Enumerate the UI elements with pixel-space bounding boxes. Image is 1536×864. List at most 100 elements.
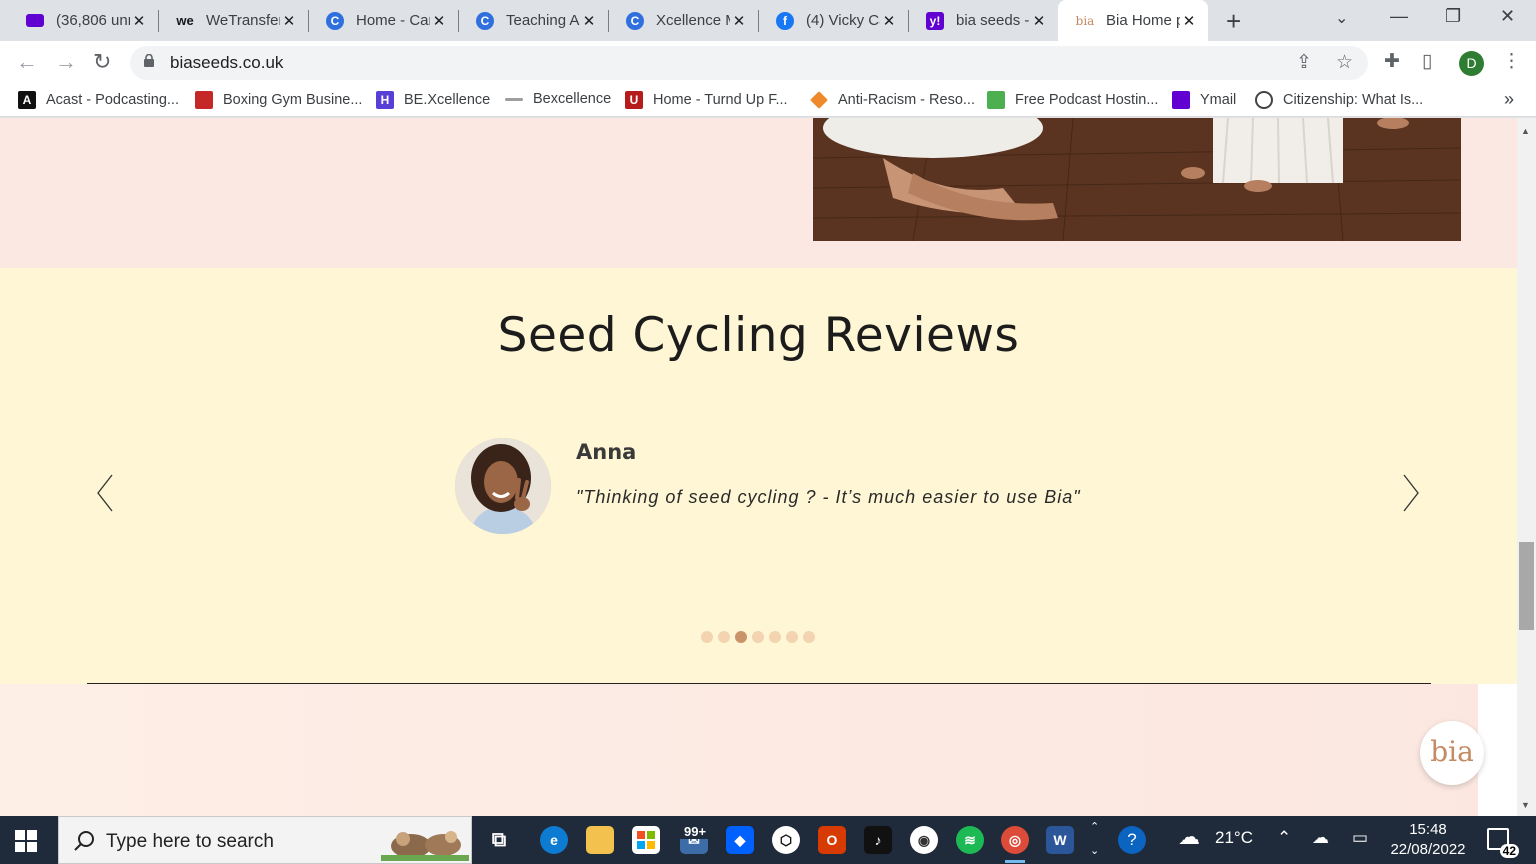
tab-close-icon[interactable]: ✕: [1030, 12, 1048, 30]
bookmark-star-icon[interactable]: ☆: [1336, 51, 1353, 74]
profile-avatar[interactable]: D: [1459, 51, 1484, 76]
tab-title[interactable]: (4) Vicky Ca: [806, 12, 880, 29]
bookmark-label[interactable]: BE.Xcellence: [404, 92, 490, 108]
page-scrollbar[interactable]: ▲ ▼: [1517, 118, 1536, 816]
tab-title[interactable]: Xcellence M: [656, 12, 730, 29]
back-button[interactable]: ←: [16, 49, 38, 75]
tab-title[interactable]: bia seeds -: [956, 12, 1030, 29]
menu-icon[interactable]: ⋮: [1502, 50, 1521, 73]
task-view-icon[interactable]: ⧉: [485, 826, 513, 854]
bookmark-label[interactable]: Boxing Gym Busine...: [223, 92, 362, 108]
weather-cloud-icon[interactable]: ☁: [1178, 824, 1200, 850]
browser-tab[interactable]: y! bia seeds - ✕: [908, 0, 1058, 41]
tab-close-icon[interactable]: ✕: [880, 12, 898, 30]
bookmark-item[interactable]: H BE.Xcellence: [376, 91, 490, 109]
office-icon[interactable]: O: [818, 826, 846, 854]
search-placeholder[interactable]: Type here to search: [106, 831, 274, 853]
bookmark-label[interactable]: Free Podcast Hostin...: [1015, 92, 1158, 108]
carousel-dot[interactable]: [701, 631, 713, 643]
tab-close-icon[interactable]: ✕: [280, 12, 298, 30]
canva-icon: C: [626, 11, 644, 30]
bookmark-label[interactable]: Ymail: [1200, 92, 1236, 108]
bookmark-item[interactable]: Free Podcast Hostin...: [987, 91, 1158, 109]
browser-tab[interactable]: f (4) Vicky Ca ✕: [758, 0, 909, 41]
spotify-icon[interactable]: ≋: [956, 826, 984, 854]
bookmark-label[interactable]: Home - Turnd Up F...: [653, 92, 788, 108]
tab-title[interactable]: Bia Home p: [1106, 12, 1180, 29]
carousel-dot[interactable]: [718, 631, 730, 643]
tiktok-icon[interactable]: ♪: [864, 826, 892, 854]
tab-close-icon[interactable]: ✕: [730, 12, 748, 30]
bookmark-item[interactable]: Bexcellence: [505, 91, 611, 107]
help-icon[interactable]: ?: [1118, 826, 1146, 854]
file-explorer-icon[interactable]: [586, 826, 614, 854]
bookmark-item[interactable]: Ymail: [1172, 91, 1236, 109]
chrome-icon[interactable]: ◎: [1001, 826, 1029, 863]
reload-button[interactable]: ↻: [93, 49, 111, 75]
scrollbar-thumb[interactable]: [1519, 542, 1534, 630]
edge-icon[interactable]: e: [540, 826, 568, 854]
tab-close-icon[interactable]: ✕: [130, 12, 148, 30]
carousel-dot[interactable]: [752, 631, 764, 643]
tray-scroll-up-icon[interactable]: ⌃: [1090, 820, 1099, 833]
address-bar[interactable]: biaseeds.co.uk ⇪ ☆: [130, 46, 1368, 80]
show-hidden-icons[interactable]: ⌃: [1277, 828, 1291, 848]
forward-button[interactable]: →: [55, 49, 77, 75]
taskbar-clock[interactable]: 15:48 22/08/2022: [1380, 820, 1476, 860]
browser-tab[interactable]: C Home - Car ✕: [308, 0, 459, 41]
windows-start-icon[interactable]: [15, 830, 37, 852]
tab-title[interactable]: (36,806 unr: [56, 12, 130, 29]
tab-title[interactable]: Teaching As: [506, 12, 580, 29]
tab-title[interactable]: Home - Car: [356, 12, 430, 29]
tab-close-icon[interactable]: ✕: [580, 12, 598, 30]
bookmark-label[interactable]: Bexcellence: [533, 91, 611, 107]
taskbar-search[interactable]: Type here to search: [58, 816, 472, 864]
scroll-up-icon[interactable]: ▲: [1521, 126, 1530, 136]
url-text[interactable]: biaseeds.co.uk: [170, 53, 283, 73]
more-bookmarks-icon[interactable]: »: [1504, 89, 1514, 110]
tab-close-icon[interactable]: ✕: [430, 12, 448, 30]
browser-tab[interactable]: C Xcellence M ✕: [608, 0, 759, 41]
bia-chat-badge[interactable]: bia: [1420, 721, 1484, 785]
tray-scroll-down-icon[interactable]: ⌄: [1090, 844, 1099, 857]
scroll-down-icon[interactable]: ▼: [1521, 800, 1530, 810]
share-icon[interactable]: ⇪: [1296, 51, 1312, 74]
extensions-icon[interactable]: ✚: [1384, 50, 1400, 73]
tab-search-icon[interactable]: ⌄: [1335, 8, 1348, 28]
onedrive-error-icon[interactable]: ☁: [1312, 828, 1329, 848]
carousel-prev-arrow-icon[interactable]: [95, 473, 115, 513]
carousel-next-arrow-icon[interactable]: [1401, 473, 1421, 513]
carousel-dot[interactable]: [735, 631, 747, 643]
vpn-icon[interactable]: ◉: [910, 826, 938, 854]
browser-tab[interactable]: C Teaching As ✕: [458, 0, 609, 41]
bookmark-item[interactable]: Boxing Gym Busine...: [195, 91, 362, 109]
restore-button[interactable]: ❐: [1445, 6, 1461, 27]
browser-tab[interactable]: we WeTransfer ✕: [158, 0, 309, 41]
sync-app-icon[interactable]: ⬡: [772, 826, 800, 854]
tab-title[interactable]: WeTransfer: [206, 12, 280, 29]
temperature[interactable]: 21°C: [1215, 828, 1253, 848]
side-panel-icon[interactable]: ▯: [1422, 50, 1432, 73]
new-tab-button[interactable]: +: [1226, 6, 1241, 37]
browser-tab[interactable]: bia Bia Home p ✕: [1058, 0, 1208, 41]
battery-icon[interactable]: ▭: [1352, 828, 1368, 848]
browser-tab[interactable]: (36,806 unr ✕: [8, 0, 159, 41]
notification-center-icon[interactable]: 42: [1487, 828, 1519, 858]
tab-close-icon[interactable]: ✕: [1180, 12, 1198, 30]
microsoft-store-icon[interactable]: [632, 826, 660, 854]
word-icon[interactable]: W: [1046, 826, 1074, 854]
minimize-button[interactable]: —: [1390, 6, 1408, 27]
dropbox-icon[interactable]: ◆: [726, 826, 754, 854]
bookmark-item[interactable]: A Acast - Podcasting...: [18, 91, 179, 109]
bookmark-label[interactable]: Citizenship: What Is...: [1283, 92, 1423, 108]
bookmark-item[interactable]: U Home - Turnd Up F...: [625, 91, 788, 109]
bookmark-item[interactable]: Citizenship: What Is...: [1255, 91, 1423, 109]
carousel-dot[interactable]: [769, 631, 781, 643]
bookmark-item[interactable]: Anti-Racism - Reso...: [810, 91, 975, 109]
carousel-dot[interactable]: [786, 631, 798, 643]
bookmark-label[interactable]: Anti-Racism - Reso...: [838, 92, 975, 108]
carousel-dot[interactable]: [803, 631, 815, 643]
lock-icon[interactable]: [144, 54, 154, 67]
bookmark-label[interactable]: Acast - Podcasting...: [46, 92, 179, 108]
close-window-button[interactable]: ✕: [1500, 6, 1515, 27]
